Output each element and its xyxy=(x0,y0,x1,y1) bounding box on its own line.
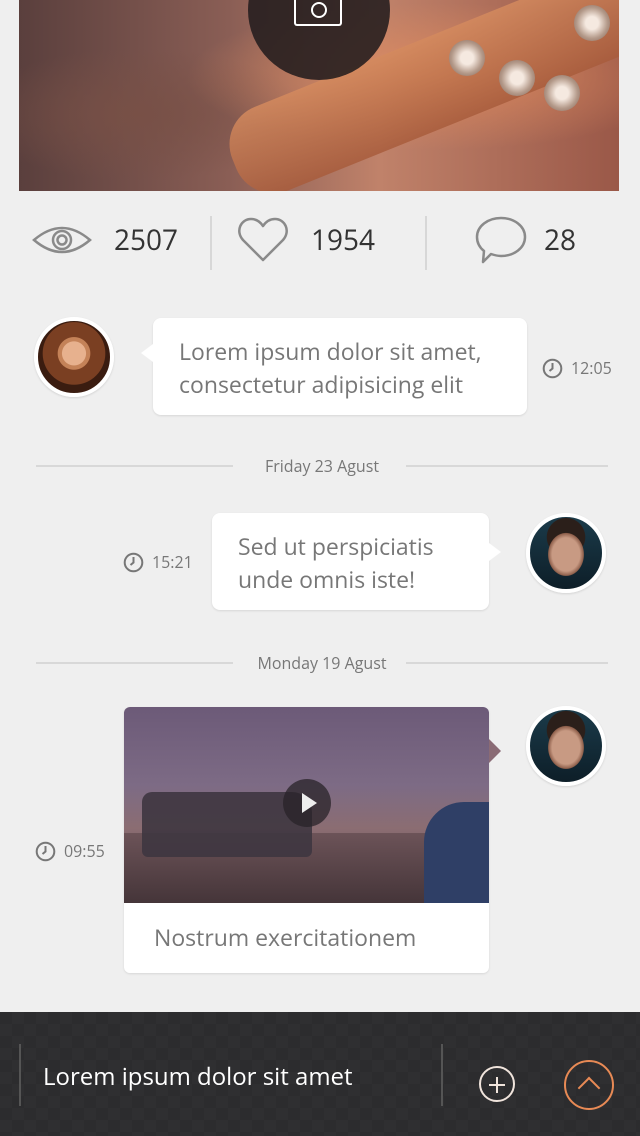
plus-icon[interactable] xyxy=(479,1066,515,1102)
clock-icon xyxy=(35,841,56,861)
message-text: Sed ut perspiciatis unde omnis iste! xyxy=(238,530,434,595)
eye-icon xyxy=(32,226,92,254)
date-separator: Friday 23 Agust xyxy=(36,455,608,477)
message-bubble: Lorem ipsum dolor sit amet, consectetur … xyxy=(141,318,527,415)
heart-icon xyxy=(238,217,288,262)
video-message-card[interactable]: Nostrum exercitationem xyxy=(124,707,501,973)
likes-count: 1954 xyxy=(311,221,376,259)
stat-divider xyxy=(425,216,427,270)
avatar[interactable] xyxy=(526,513,606,593)
message-time: 15:21 xyxy=(123,551,193,573)
message-composer: Lorem ipsum dolor sit amet xyxy=(0,1012,640,1136)
views-count: 2507 xyxy=(114,221,179,259)
message-bubble: Sed ut perspiciatis unde omnis iste! xyxy=(212,513,501,610)
video-thumbnail[interactable] xyxy=(124,707,489,903)
chevron-up-icon[interactable] xyxy=(564,1060,614,1110)
video-caption: Nostrum exercitationem xyxy=(154,921,417,953)
stats-bar: 2507 1954 28 xyxy=(0,205,640,275)
views-stat[interactable]: 2507 xyxy=(32,205,178,275)
avatar[interactable] xyxy=(526,706,606,786)
clock-icon xyxy=(542,358,563,378)
comments-stat[interactable]: 28 xyxy=(475,205,576,275)
play-icon[interactable] xyxy=(283,779,331,827)
comments-count: 28 xyxy=(544,221,577,259)
avatar[interactable] xyxy=(34,317,114,397)
camera-icon xyxy=(294,0,342,26)
message-time: 09:55 xyxy=(35,840,105,862)
message-time: 12:05 xyxy=(542,357,612,379)
message-text: Lorem ipsum dolor sit amet, consectetur … xyxy=(179,335,482,400)
date-label: Monday 19 Agust xyxy=(257,652,387,674)
stat-divider xyxy=(210,216,212,270)
clock-icon xyxy=(123,552,144,572)
likes-stat[interactable]: 1954 xyxy=(237,205,375,275)
message-input[interactable]: Lorem ipsum dolor sit amet xyxy=(43,1060,353,1093)
date-separator: Monday 19 Agust xyxy=(36,652,608,674)
date-label: Friday 23 Agust xyxy=(264,455,380,477)
comment-icon xyxy=(475,216,527,264)
